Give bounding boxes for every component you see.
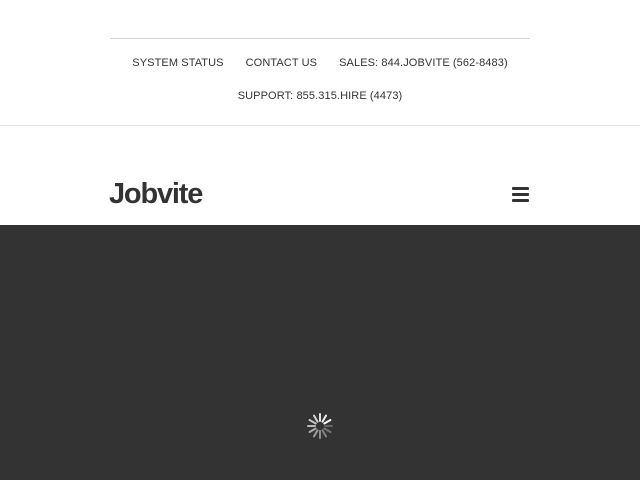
spinner-spoke [323,427,332,433]
sales-phone-link[interactable]: SALES: 844.JOBVITE (562-8483) [339,57,508,69]
menu-bar [512,187,529,190]
menu-bar [512,193,529,196]
menu-bar [512,199,529,202]
loading-spinner-icon [307,413,333,439]
hamburger-menu-icon[interactable] [512,187,530,203]
jobvite-logo[interactable]: Jobvite [109,178,203,210]
spinner-spoke [313,429,319,438]
contact-us-link[interactable]: CONTACT US [246,57,318,69]
utility-divider [110,38,530,39]
support-row: SUPPORT: 855.315.HIRE (4473) [0,90,640,102]
spinner-spoke [308,427,317,433]
spinner-spoke [313,414,319,423]
spinner-spoke [308,419,317,425]
spinner-spoke [323,419,332,425]
system-status-link[interactable]: SYSTEM STATUS [132,57,223,69]
spinner-spoke [321,414,327,423]
spinner-spoke [321,429,327,438]
utility-bar: SYSTEM STATUS CONTACT US SALES: 844.JOBV… [0,0,640,126]
site-header: Jobvite [0,126,640,225]
hero-section [0,225,640,480]
utility-nav: SYSTEM STATUS CONTACT US SALES: 844.JOBV… [0,57,640,69]
support-phone-link[interactable]: SUPPORT: 855.315.HIRE (4473) [238,90,403,102]
